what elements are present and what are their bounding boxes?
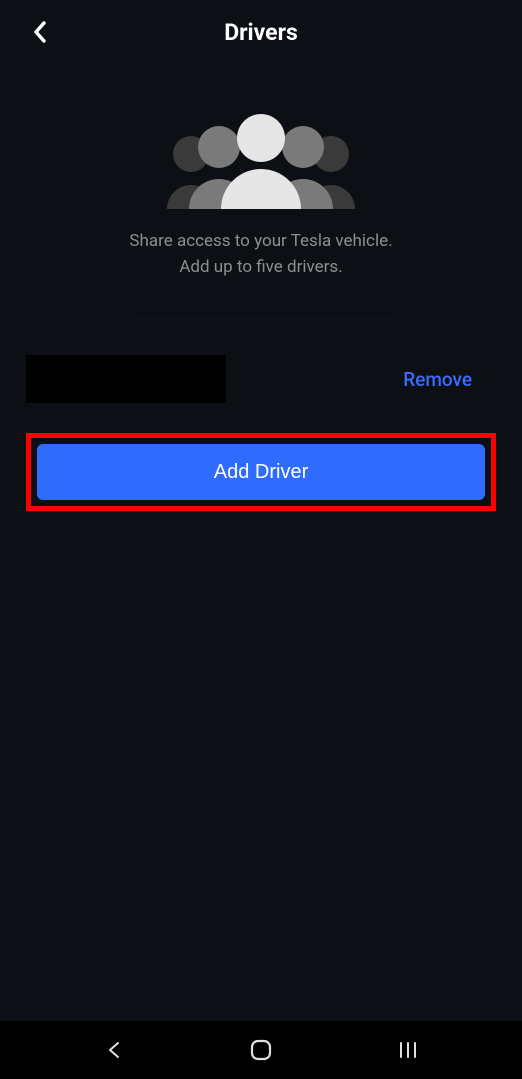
back-button[interactable] bbox=[24, 16, 56, 48]
nav-home-icon bbox=[249, 1038, 273, 1062]
nav-home-button[interactable] bbox=[245, 1034, 277, 1066]
driver-list-item: Remove bbox=[0, 349, 522, 409]
hero-description: Share access to your Tesla vehicle. Add … bbox=[89, 229, 432, 280]
highlight-annotation: Add Driver bbox=[26, 433, 496, 511]
page-title: Drivers bbox=[224, 19, 298, 46]
content-area: Share access to your Tesla vehicle. Add … bbox=[0, 114, 522, 511]
add-driver-button[interactable]: Add Driver bbox=[37, 444, 485, 500]
nav-recents-button[interactable] bbox=[392, 1034, 424, 1066]
chevron-left-icon bbox=[32, 21, 48, 43]
hero-section: Share access to your Tesla vehicle. Add … bbox=[0, 114, 522, 280]
remove-driver-link[interactable]: Remove bbox=[403, 368, 472, 391]
hero-line-2: Add up to five drivers. bbox=[179, 257, 342, 277]
driver-name-redacted bbox=[26, 355, 226, 403]
nav-recents-icon bbox=[397, 1041, 419, 1059]
nav-back-icon bbox=[104, 1040, 124, 1060]
system-nav-bar bbox=[0, 1021, 522, 1079]
people-group-icon bbox=[161, 114, 361, 209]
app-header: Drivers bbox=[0, 0, 522, 64]
nav-back-button[interactable] bbox=[98, 1034, 130, 1066]
hero-line-1: Share access to your Tesla vehicle. bbox=[129, 231, 392, 251]
divider bbox=[131, 318, 391, 319]
add-driver-label: Add Driver bbox=[214, 461, 308, 484]
